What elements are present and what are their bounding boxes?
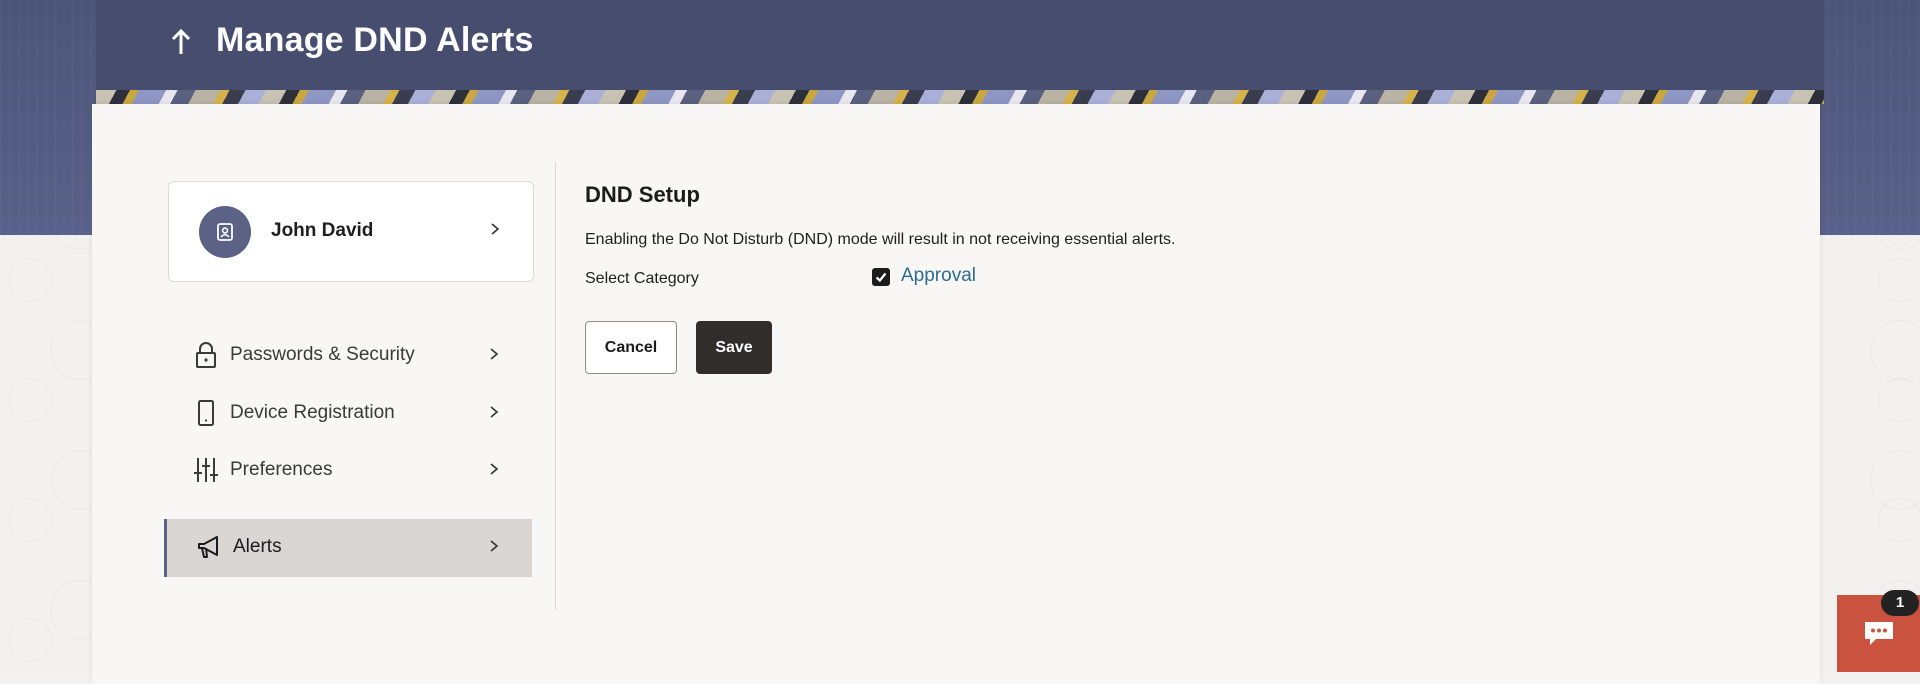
select-category-label: Select Category xyxy=(585,270,699,287)
page-title: Manage DND Alerts xyxy=(216,21,534,59)
contact-card-icon xyxy=(217,223,233,241)
chevron-right-icon xyxy=(491,223,500,235)
megaphone-icon xyxy=(198,536,218,558)
section-title: DND Setup xyxy=(585,182,700,207)
banner-pattern xyxy=(96,90,1824,104)
sidebar-item-alerts[interactable]: Alerts xyxy=(164,519,532,577)
cancel-button[interactable]: Cancel xyxy=(585,321,677,374)
profile-card[interactable]: John David xyxy=(168,181,534,282)
approval-checkbox-label[interactable]: Approval xyxy=(901,265,976,287)
sidebar-item-preferences[interactable]: Preferences xyxy=(164,442,532,498)
sidebar-item-label: Device Registration xyxy=(230,402,395,423)
lock-icon xyxy=(196,342,216,368)
avatar xyxy=(199,206,251,258)
chevron-right-icon xyxy=(490,463,499,475)
phone-icon xyxy=(198,400,214,426)
approval-checkbox[interactable] xyxy=(872,268,890,286)
dnd-description: Enabling the Do Not Disturb (DND) mode w… xyxy=(585,231,1176,248)
profile-name: John David xyxy=(271,220,374,241)
sidebar-item-passwords-security[interactable]: Passwords & Security xyxy=(164,327,532,383)
arrow-up-icon[interactable] xyxy=(166,24,196,58)
sidebar-item-label: Passwords & Security xyxy=(230,344,415,365)
sliders-icon xyxy=(194,458,218,482)
sidebar-item-device-registration[interactable]: Device Registration xyxy=(164,385,532,441)
vertical-divider xyxy=(555,162,556,610)
save-button[interactable]: Save xyxy=(696,321,772,374)
notification-badge: 1 xyxy=(1881,590,1919,616)
sidebar-item-label: Alerts xyxy=(233,536,282,557)
chat-bubble-icon xyxy=(1865,622,1893,645)
sidebar-item-label: Preferences xyxy=(230,459,333,480)
chevron-right-icon xyxy=(490,348,499,360)
chevron-right-icon xyxy=(490,406,499,418)
checkmark-icon xyxy=(875,272,887,283)
chevron-right-icon xyxy=(490,540,499,552)
